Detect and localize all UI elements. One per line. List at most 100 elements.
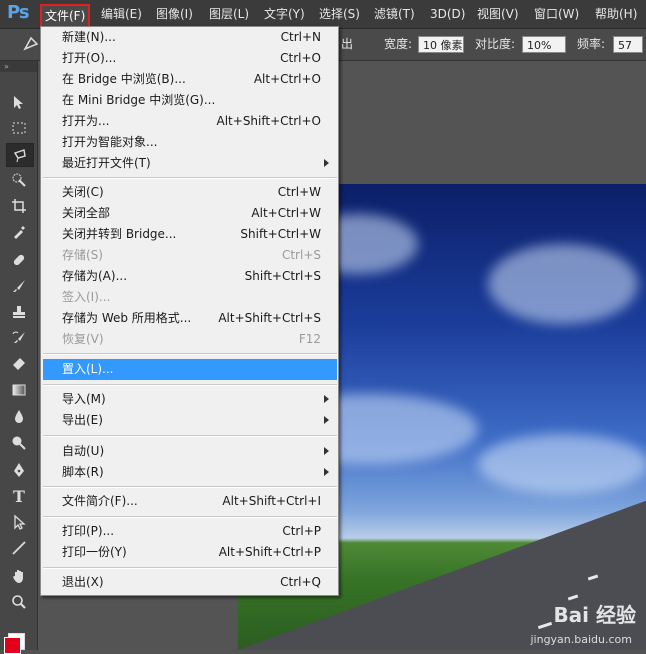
menu-item-label: 最近打开文件(T): [62, 156, 151, 170]
menu-item-print-one-copy[interactable]: 打印一份(Y) Alt+Shift+Ctrl+P: [43, 542, 337, 563]
hand-tool-icon[interactable]: [6, 565, 32, 587]
quick-selection-tool-icon[interactable]: [6, 169, 32, 191]
menu-bar: Ps 文件(F) 编辑(E) 图像(I) 图层(L) 文字(Y) 选择(S) 滤…: [0, 0, 646, 29]
options-partial-label: 出: [341, 37, 354, 51]
menu-item-label: 打开为...: [62, 114, 110, 128]
menu-item-close-go-bridge[interactable]: 关闭并转到 Bridge... Shift+Ctrl+W: [43, 224, 337, 245]
menu-item-shortcut: Ctrl+P: [282, 524, 321, 538]
menu-item-label: 置入(L)...: [62, 362, 114, 376]
blur-tool-icon[interactable]: [6, 405, 32, 427]
menu-item-export[interactable]: 导出(E): [43, 410, 337, 431]
menu-item-label: 关闭(C): [62, 185, 104, 199]
menu-image[interactable]: 图像(I): [156, 0, 193, 28]
menu-layer[interactable]: 图层(L): [209, 0, 249, 28]
menu-item-label: 存储(S): [62, 248, 103, 262]
menu-help[interactable]: 帮助(H): [595, 0, 637, 28]
brush-tool-icon[interactable]: [6, 275, 32, 297]
menu-file[interactable]: 文件(F): [40, 4, 91, 28]
zoom-tool-icon[interactable]: [6, 591, 32, 613]
eyedropper-tool-icon[interactable]: [6, 221, 32, 243]
menu-item-save: 存储(S) Ctrl+S: [43, 245, 337, 266]
menu-edit[interactable]: 编辑(E): [101, 0, 142, 28]
submenu-arrow-icon: [324, 416, 329, 424]
menu-item-label: 打印(P)...: [62, 524, 115, 538]
menu-item-place[interactable]: 置入(L)...: [43, 359, 337, 380]
menu-item-shortcut: Ctrl+Q: [280, 575, 321, 589]
menu-item-label: 签入(I)...: [62, 290, 111, 304]
menu-item-save-for-web[interactable]: 存储为 Web 所用格式... Alt+Shift+Ctrl+S: [43, 308, 337, 329]
menu-item-label: 关闭并转到 Bridge...: [62, 227, 177, 241]
menu-item-scripts[interactable]: 脚本(R): [43, 462, 337, 483]
menu-item-shortcut: Alt+Shift+Ctrl+P: [218, 545, 321, 559]
contrast-label: 对比度:: [475, 37, 516, 51]
menu-item-close-all[interactable]: 关闭全部 Alt+Ctrl+W: [43, 203, 337, 224]
baidu-watermark-url: jingyan.baidu.com: [530, 633, 632, 646]
line-tool-icon[interactable]: [6, 537, 32, 559]
move-tool-icon[interactable]: [6, 91, 32, 113]
menu-item-label: 打开为智能对象...: [62, 135, 158, 149]
menu-item-shortcut: Alt+Shift+Ctrl+O: [216, 114, 321, 128]
menu-separator: [43, 486, 337, 488]
menu-item-shortcut: Ctrl+S: [281, 248, 321, 262]
menu-item-automate[interactable]: 自动(U): [43, 441, 337, 462]
menu-item-save-as[interactable]: 存储为(A)... Shift+Ctrl+S: [43, 266, 337, 287]
menu-type[interactable]: 文字(Y): [264, 0, 305, 28]
type-tool-icon[interactable]: T: [6, 485, 32, 507]
menu-item-shortcut: Shift+Ctrl+W: [240, 227, 321, 241]
cloud: [488, 244, 638, 324]
frequency-input[interactable]: 57: [613, 36, 643, 53]
menu-item-file-info[interactable]: 文件简介(F)... Alt+Shift+Ctrl+I: [43, 491, 337, 512]
menu-window[interactable]: 窗口(W): [534, 0, 579, 28]
width-label: 宽度:: [384, 37, 413, 51]
menu-item-label: 退出(X): [62, 575, 104, 589]
gradient-tool-icon[interactable]: [6, 379, 32, 401]
lasso-tool-icon[interactable]: [6, 143, 34, 167]
menu-item-label: 脚本(R): [62, 465, 104, 479]
menu-separator: [43, 435, 337, 437]
marquee-tool-icon[interactable]: [6, 117, 32, 139]
eraser-tool-icon[interactable]: [6, 353, 32, 375]
menu-item-browse-mini-bridge[interactable]: 在 Mini Bridge 中浏览(G)...: [43, 90, 337, 111]
menu-item-shortcut: Ctrl+O: [280, 51, 321, 65]
menu-3d[interactable]: 3D(D): [430, 0, 465, 28]
menu-separator: [43, 567, 337, 569]
menu-item-open-as[interactable]: 打开为... Alt+Shift+Ctrl+O: [43, 111, 337, 132]
crop-tool-icon[interactable]: [6, 195, 32, 217]
menu-item-shortcut: Alt+Ctrl+O: [253, 72, 321, 86]
pen-tool-icon[interactable]: [6, 459, 32, 481]
healing-brush-tool-icon[interactable]: [6, 249, 32, 271]
menu-item-open[interactable]: 打开(O)... Ctrl+O: [43, 48, 337, 69]
menu-item-print[interactable]: 打印(P)... Ctrl+P: [43, 521, 337, 542]
menu-item-label: 文件简介(F)...: [62, 494, 138, 508]
menu-item-exit[interactable]: 退出(X) Ctrl+Q: [43, 572, 337, 593]
menu-item-import[interactable]: 导入(M): [43, 389, 337, 410]
menu-item-label: 在 Mini Bridge 中浏览(G)...: [62, 93, 216, 107]
history-brush-tool-icon[interactable]: [6, 327, 32, 349]
menu-item-open-smart-object[interactable]: 打开为智能对象...: [43, 132, 337, 153]
menu-item-new[interactable]: 新建(N)... Ctrl+N: [43, 27, 337, 48]
menu-item-browse-bridge[interactable]: 在 Bridge 中浏览(B)... Alt+Ctrl+O: [43, 69, 337, 90]
clone-stamp-tool-icon[interactable]: [6, 301, 32, 323]
menu-view[interactable]: 视图(V): [477, 0, 519, 28]
contrast-input[interactable]: 10%: [522, 36, 566, 53]
menu-item-shortcut: Alt+Ctrl+W: [251, 206, 321, 220]
menu-item-revert: 恢复(V) F12: [43, 329, 337, 350]
baidu-watermark: Bai 经验: [553, 603, 636, 627]
submenu-arrow-icon: [324, 447, 329, 455]
menu-filter[interactable]: 滤镜(T): [374, 0, 415, 28]
submenu-arrow-icon: [324, 468, 329, 476]
menu-item-close[interactable]: 关闭(C) Ctrl+W: [43, 182, 337, 203]
menu-item-shortcut: F12: [298, 332, 321, 346]
foreground-color-swatch[interactable]: [4, 637, 21, 654]
toolbox-collapse-icon[interactable]: »: [0, 61, 37, 72]
menu-item-recent-files[interactable]: 最近打开文件(T): [43, 153, 337, 174]
cloud: [478, 434, 646, 494]
menu-separator: [43, 353, 337, 355]
menu-select[interactable]: 选择(S): [319, 0, 360, 28]
menu-item-label: 恢复(V): [62, 332, 104, 346]
dodge-tool-icon[interactable]: [6, 431, 32, 453]
path-selection-tool-icon[interactable]: [6, 511, 32, 533]
menu-item-label: 新建(N)...: [62, 30, 116, 44]
menu-item-label: 存储为(A)...: [62, 269, 128, 283]
width-input[interactable]: 10 像素: [418, 36, 464, 53]
